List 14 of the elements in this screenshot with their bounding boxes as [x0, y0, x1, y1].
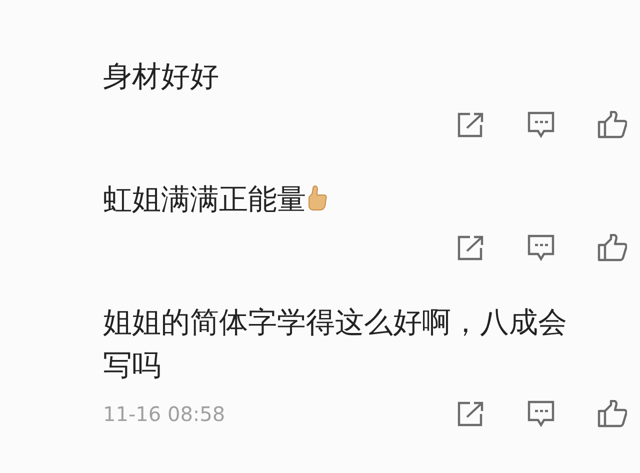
thumbs-up-icon	[308, 185, 328, 211]
comment-text: 姐姐的简体字学得这么好啊，八成会写吗	[103, 304, 568, 384]
comment-text: 虹姐满满正能量	[103, 181, 306, 218]
comment-time: 11-16 08:58	[103, 401, 226, 428]
share-icon[interactable]	[457, 401, 485, 427]
comment-icon[interactable]	[527, 234, 555, 262]
comment-icon[interactable]	[527, 400, 555, 428]
thumbs-up-icon[interactable]	[597, 234, 627, 262]
thumbs-up-icon[interactable]	[597, 111, 627, 139]
share-icon[interactable]	[457, 112, 485, 138]
comment-icon[interactable]	[527, 111, 555, 139]
thumbs-up-icon[interactable]	[597, 400, 627, 428]
share-icon[interactable]	[457, 235, 485, 261]
comment-text: 身材好好	[103, 58, 219, 95]
